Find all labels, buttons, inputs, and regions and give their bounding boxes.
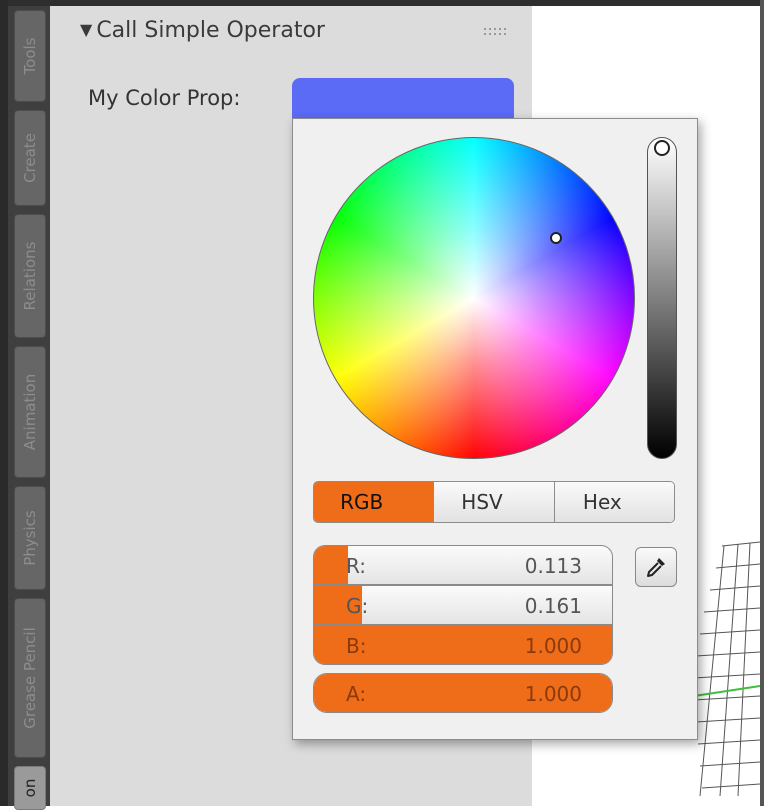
panel-header[interactable]: ▼ Call Simple Operator <box>80 18 325 43</box>
color-mode-tabs: RGB HSV Hex <box>313 481 675 523</box>
green-channel-field[interactable]: G: 0.161 <box>313 585 613 625</box>
tool-shelf-tabs: Tools Create Relations Animation Physics… <box>8 6 50 810</box>
tab-hex[interactable]: Hex <box>553 482 674 522</box>
tab-physics[interactable]: Physics <box>14 486 46 590</box>
wheel-cursor[interactable] <box>550 232 562 244</box>
tab-animation[interactable]: Animation <box>14 346 46 478</box>
window-left-border <box>0 0 8 806</box>
alpha-channel-field[interactable]: A: 1.000 <box>313 673 613 713</box>
hue-saturation-wheel[interactable] <box>313 137 635 459</box>
tab-active[interactable]: on <box>14 766 46 810</box>
value-slider[interactable] <box>647 137 677 459</box>
color-prop-label: My Color Prop: <box>88 86 241 110</box>
viewport-right-edge <box>760 0 764 806</box>
collapse-triangle-icon[interactable]: ▼ <box>80 20 92 39</box>
color-swatch-button[interactable] <box>292 78 514 122</box>
value-slider-handle[interactable] <box>654 140 670 156</box>
drag-grip-icon[interactable] <box>484 28 508 40</box>
tab-tools[interactable]: Tools <box>14 10 46 102</box>
color-picker-popup: RGB HSV Hex R: 0.113 G: 0.161 B: 1.000 A… <box>292 118 698 740</box>
tab-rgb[interactable]: RGB <box>314 482 434 522</box>
panel-title: Call Simple Operator <box>96 18 325 43</box>
eyedropper-button[interactable] <box>635 547 677 587</box>
tab-hsv[interactable]: HSV <box>433 482 554 522</box>
eyedropper-icon <box>647 558 665 577</box>
tab-create[interactable]: Create <box>14 110 46 206</box>
tab-relations[interactable]: Relations <box>14 214 46 338</box>
red-channel-field[interactable]: R: 0.113 <box>313 545 613 585</box>
blue-channel-field[interactable]: B: 1.000 <box>313 625 613 665</box>
tab-grease-pencil[interactable]: Grease Pencil <box>14 598 46 758</box>
